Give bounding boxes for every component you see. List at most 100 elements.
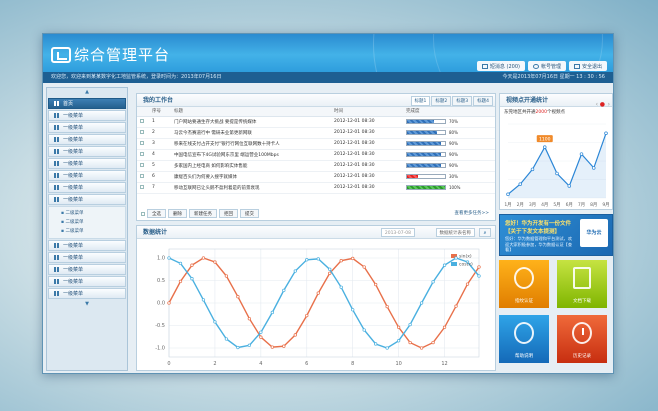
sidebar-item-label: 一级菜单 [63, 125, 84, 131]
action-button-0[interactable]: 全选 [147, 209, 166, 218]
row-no: 2 [149, 127, 171, 139]
legend-label: cos(x) [459, 262, 473, 268]
row-checkbox[interactable] [140, 151, 144, 156]
table-row[interactable]: 5 多家国内上经电商 如何影响实体售能 2012-12-01 08:30 90% [137, 160, 495, 172]
x-tick-label: 10 [395, 361, 401, 367]
next-icon[interactable]: › [608, 98, 610, 111]
action-button-4[interactable]: 提交 [240, 209, 259, 218]
col-title: 标题 [171, 107, 331, 117]
row-checkbox-cell [137, 171, 149, 183]
welcome-text: 欢迎您，欢迎来到某某数字化工地监管系统，登录时间为：2013年07月16日 [51, 74, 222, 80]
tab-3[interactable]: 标题3 [452, 96, 473, 106]
sidebar-item[interactable]: 一级菜单 [48, 122, 126, 133]
sidebar-item[interactable]: 一级菜单 [48, 276, 126, 287]
action-button-3[interactable]: 拒回 [219, 209, 238, 218]
task-table: 序号 标题 时间 完成度 1 门户网站要通生存大挑战 要提是传统媒体 2012-12… [137, 107, 495, 194]
sidebar-item[interactable]: 一级菜单 [48, 194, 126, 205]
row-title[interactable]: 移动互联网已让头鹅不盈利着是的前景衰现 [171, 182, 331, 194]
sidebar-item-label: 首页 [63, 101, 74, 107]
row-title[interactable]: 马云今杰赛道行中 需研未业第更新网联 [171, 127, 331, 139]
mini-point [591, 166, 596, 170]
tile-document[interactable]: 文档下载 [557, 260, 607, 308]
table-row[interactable]: 4 中国电信宣布下4G试验网东京里 端运营业100Mbps 2012-12-01 0… [137, 149, 495, 161]
sidebar-item[interactable]: 一级菜单 [48, 134, 126, 145]
row-title[interactable]: 多家国内上经电商 如何影响实体售能 [171, 160, 331, 172]
col-progress: 完成度 [403, 107, 495, 117]
table-select[interactable]: 数据统计表名称 [435, 228, 475, 237]
tile-history[interactable]: 历史记录 [557, 315, 607, 363]
sidebar-scroll-down[interactable]: ▼ [47, 300, 127, 309]
x-tick-label: 6 [305, 361, 308, 367]
dot-icon: ● [599, 101, 605, 108]
table-row[interactable]: 6 康缇百头们为何要入搜字就媒体 2012-12-01 08:30 30% [137, 171, 495, 183]
sidebar-scroll-up[interactable]: ▲ [47, 88, 127, 97]
row-checkbox[interactable] [140, 173, 144, 178]
sidebar-item[interactable]: 一级菜单 [48, 158, 126, 169]
series-point [419, 301, 424, 305]
series-point [178, 279, 183, 284]
tab-2[interactable]: 标题2 [431, 96, 452, 106]
series-point [247, 317, 252, 321]
sidebar-subitem[interactable]: 二级菜单 [61, 227, 125, 236]
mail-icon [481, 63, 488, 69]
promo-banner[interactable]: 您好！华为开发有一份文件 【关于下发文本提测】 您好：华为数据管理和平台测试，欢… [499, 214, 613, 256]
sidebar-item[interactable]: 一级菜单 [48, 170, 126, 181]
series-point [408, 322, 412, 327]
tile-fingerprint[interactable]: 指纹认证 [499, 260, 549, 308]
row-title[interactable]: 中国电信宣布下4G试验网东京里 端运营业100Mbps [171, 149, 331, 161]
progress-fill [407, 130, 438, 134]
sidebar-item[interactable]: 一级菜单 [48, 110, 126, 121]
sidebar-menu-bottom: 一级菜单 一级菜单 一级菜单 一级菜单 一级菜单 [47, 240, 127, 299]
prev-icon[interactable]: ‹ [596, 98, 598, 111]
sidebar-item[interactable]: 一级菜单 [48, 288, 126, 299]
series-point [293, 333, 297, 337]
mini-x-label: 1月 [504, 202, 511, 208]
table-row[interactable]: 3 移来在线支付占开支付"银行行网位互联网数十持卡人 2012-12-01 08:3… [137, 138, 495, 150]
progress-fill [407, 152, 442, 156]
progress-bar [406, 184, 446, 190]
tile-help[interactable]: 帮助说明 [499, 315, 549, 363]
x-tick-label: 12 [441, 361, 447, 367]
action-button-2[interactable]: 新建任务 [189, 209, 217, 218]
row-title[interactable]: 康缇百头们为何要入搜字就媒体 [171, 171, 331, 183]
table-row[interactable]: 2 马云今杰赛道行中 需研未业第更新网联 2012-12-01 08:30 80% [137, 127, 495, 139]
messages-button[interactable]: 短消息 (200) [476, 61, 525, 71]
logout-button[interactable]: 安全退出 [568, 61, 607, 71]
date-input[interactable]: 2013-07-08 [380, 228, 415, 237]
more-tasks-link[interactable]: 查看更多任务>> [454, 210, 489, 216]
workbench-panel: 我的工作台 标题1 标题2 标题3 标题4 序号 标题 时间 完成度 1 门户网站要通生… [136, 93, 496, 221]
series-point [282, 344, 286, 348]
row-checkbox[interactable] [140, 184, 144, 189]
series-point [351, 256, 355, 261]
row-time: 2012-12-01 08:30 [331, 138, 403, 150]
progress-bar [406, 118, 446, 124]
sidebar-item[interactable]: 一级菜单 [48, 252, 126, 263]
search-button[interactable]: ⌕ [479, 228, 491, 237]
row-checkbox[interactable] [140, 118, 144, 123]
tab-1[interactable]: 标题1 [410, 96, 431, 106]
account-button[interactable]: 帐号管理 [527, 61, 566, 71]
sidebar-item[interactable]: 一级菜单 [48, 240, 126, 251]
action-button-1[interactable]: 删除 [168, 209, 187, 218]
row-title[interactable]: 移来在线支付占开支付"银行行网位互联网数十持卡人 [171, 138, 331, 150]
table-row[interactable]: 7 移动互联网已让头鹅不盈利着是的前景衰现 2012-12-01 08:30 100% [137, 182, 495, 194]
row-checkbox[interactable] [140, 140, 144, 145]
sidebar-subitem[interactable]: 二级菜单 [61, 218, 125, 227]
table-row[interactable]: 1 门户网站要通生存大挑战 要提是传统媒体 2012-12-01 08:30 70% [137, 116, 495, 128]
row-progress-cell: 70% [403, 116, 495, 128]
row-checkbox[interactable] [140, 129, 144, 134]
tab-4[interactable]: 标题4 [473, 96, 493, 106]
row-title[interactable]: 门户网站要通生存大挑战 要提是传统媒体 [171, 116, 331, 128]
series-point [477, 265, 481, 269]
grid-icon [54, 243, 59, 248]
sidebar-item[interactable]: 一级菜单 [48, 146, 126, 157]
video-stats-box: 视频点开通统计 ‹ ● › 东莞地区共开通2000个视频点 1月 2月 3月 4月 5月… [499, 93, 613, 210]
sidebar-subitem[interactable]: 二级菜单 [61, 209, 125, 218]
app-title: 综合管理平台 [74, 46, 171, 64]
sidebar-item-home[interactable]: 首页 [48, 98, 126, 109]
select-all-checkbox[interactable] [141, 211, 145, 216]
sidebar-item[interactable]: 一级菜单 [48, 264, 126, 275]
row-checkbox[interactable] [140, 162, 144, 167]
sidebar-item[interactable]: 一级菜单 [48, 182, 126, 193]
col-time: 时间 [331, 107, 403, 117]
